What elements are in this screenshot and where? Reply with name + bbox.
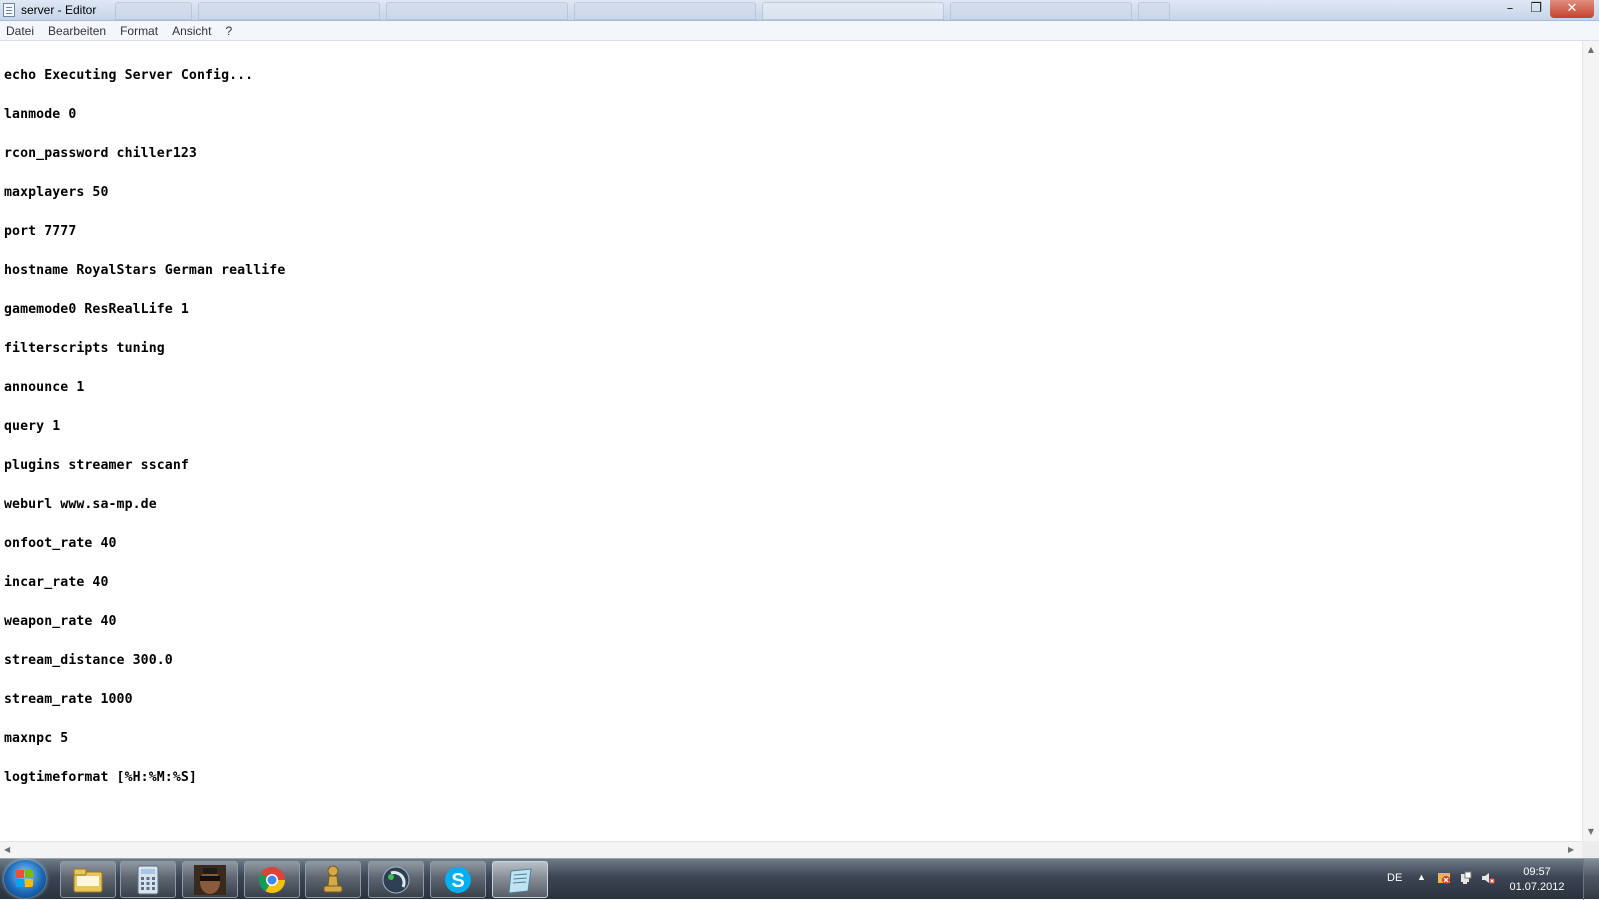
system-tray: DE ▲ 09:57 01.07.2012 [1375, 859, 1599, 900]
clock-time: 09:57 [1523, 866, 1551, 878]
taskbar: S DE ▲ 09:57 01.07.2012 [0, 858, 1599, 900]
background-tab [574, 2, 756, 20]
notepad-icon [508, 867, 532, 894]
text-line: weapon_rate 40 [4, 614, 117, 629]
horizontal-scrollbar[interactable]: ◀ ▶ [0, 841, 1582, 858]
text-line: maxnpc 5 [4, 731, 69, 746]
menu-ansicht[interactable]: Ansicht [165, 21, 218, 41]
scroll-down-arrow-icon[interactable]: ▼ [1583, 827, 1599, 836]
text-line: weburl www.sa-mp.de [4, 497, 157, 512]
scroll-left-arrow-icon[interactable]: ◀ [4, 845, 10, 854]
background-tab [762, 2, 944, 20]
notepad-app-icon[interactable] [3, 3, 15, 17]
background-tab [198, 2, 380, 20]
text-line: rcon_password chiller123 [4, 146, 197, 161]
maximize-button[interactable]: ❐ [1523, 0, 1549, 18]
network-icon[interactable] [1459, 871, 1473, 885]
menu-bar: Datei Bearbeiten Format Ansicht ? [0, 21, 1599, 41]
scroll-up-arrow-icon[interactable]: ▲ [1583, 45, 1599, 54]
skype-icon: S [445, 866, 471, 893]
background-tab [386, 2, 568, 20]
menu-datei[interactable]: Datei [0, 21, 41, 41]
taskbar-calculator-button[interactable] [120, 861, 176, 898]
show-hidden-icons-icon[interactable]: ▲ [1417, 872, 1426, 882]
vertical-scrollbar[interactable]: ▲ ▼ [1582, 41, 1599, 841]
taskbar-media-button[interactable] [368, 861, 424, 898]
text-line: maxplayers 50 [4, 185, 109, 200]
svg-text:S: S [451, 870, 464, 892]
window-title: server - Editor [21, 3, 97, 17]
media-player-icon [382, 866, 410, 893]
volume-muted-icon[interactable] [1481, 871, 1495, 885]
calculator-icon [137, 865, 159, 894]
action-center-flag-icon[interactable] [1437, 871, 1451, 885]
gta-san-andreas-icon [194, 864, 226, 895]
text-line: onfoot_rate 40 [4, 536, 117, 551]
text-line: filterscripts tuning [4, 341, 165, 356]
background-tab [950, 2, 1132, 20]
text-line: stream_rate 1000 [4, 692, 133, 707]
minimize-button[interactable]: – [1497, 0, 1523, 18]
text-line: lanmode 0 [4, 107, 77, 122]
taskbar-chess-button[interactable] [305, 861, 361, 898]
text-line: hostname RoyalStars German reallife [4, 263, 286, 278]
chess-pawn-icon [323, 865, 343, 892]
windows-explorer-icon [73, 868, 103, 892]
taskbar-gta-button[interactable] [182, 861, 238, 898]
taskbar-notepad-button[interactable] [492, 861, 548, 898]
text-line: plugins streamer sscanf [4, 458, 189, 473]
editor-content[interactable]: echo Executing Server Config... lanmode … [4, 43, 285, 810]
scrollbar-corner [1582, 841, 1599, 858]
text-line: incar_rate 40 [4, 575, 109, 590]
background-tab [115, 2, 192, 20]
taskbar-skype-button[interactable]: S [430, 861, 486, 898]
taskbar-explorer-button[interactable] [60, 861, 116, 898]
text-editor-area[interactable]: echo Executing Server Config... lanmode … [0, 41, 1582, 841]
show-desktop-button[interactable] [1583, 859, 1599, 900]
taskbar-chrome-button[interactable] [244, 861, 300, 898]
clock-date: 01.07.2012 [1509, 881, 1565, 893]
menu-format[interactable]: Format [113, 21, 165, 41]
chrome-icon [258, 866, 286, 893]
close-button[interactable]: ✕ [1550, 0, 1594, 18]
text-line: query 1 [4, 419, 61, 434]
language-indicator[interactable]: DE [1387, 872, 1402, 884]
start-button[interactable] [4, 860, 46, 898]
text-line: echo Executing Server Config... [4, 68, 254, 83]
background-window-tabs [115, 2, 1175, 20]
menu-bearbeiten[interactable]: Bearbeiten [41, 21, 113, 41]
text-line: gamemode0 ResRealLife 1 [4, 302, 189, 317]
background-tab [1138, 2, 1170, 20]
text-line: logtimeformat [%H:%M:%S] [4, 770, 197, 785]
menu-help[interactable]: ? [218, 21, 239, 41]
text-line: announce 1 [4, 380, 85, 395]
title-bar: server - Editor – ❐ ✕ [0, 0, 1599, 21]
text-line: port 7777 [4, 224, 77, 239]
text-line: stream_distance 300.0 [4, 653, 173, 668]
clock[interactable]: 09:57 01.07.2012 [1507, 865, 1567, 895]
windows-logo-icon [16, 870, 34, 888]
scroll-right-arrow-icon[interactable]: ▶ [1568, 845, 1574, 854]
